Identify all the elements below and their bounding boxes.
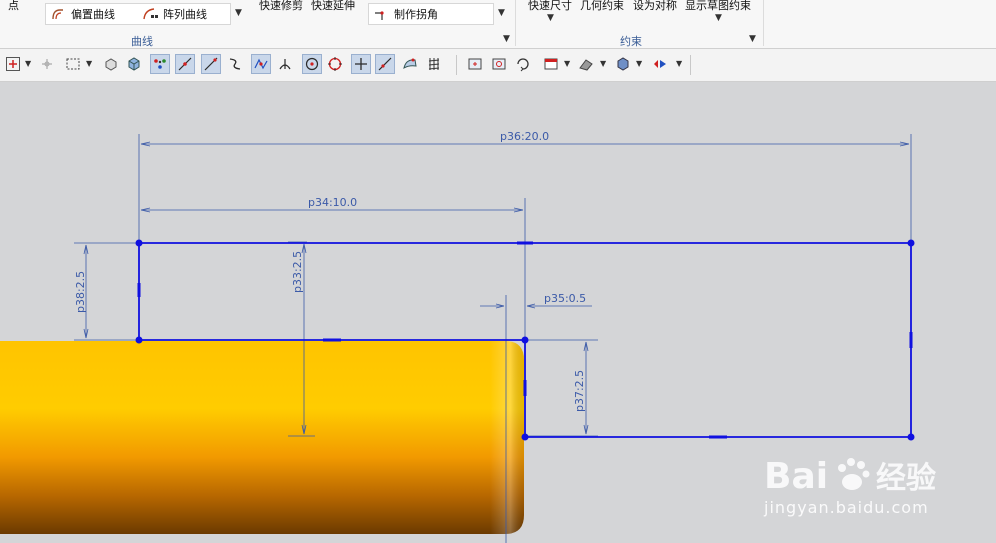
snap-surface-icon[interactable] [400, 54, 420, 74]
rotate-view-icon[interactable] [513, 54, 533, 74]
solid-body-icon[interactable] [124, 54, 144, 74]
pattern-curve-icon [142, 7, 158, 21]
snap-curve-icon[interactable] [225, 54, 245, 74]
snap-point-on-curve-icon[interactable] [351, 54, 371, 74]
snap-perpendicular-icon[interactable] [275, 54, 295, 74]
pattern-curve-label: 阵列曲线 [163, 8, 207, 21]
watermark-brand-2: 经验 [876, 461, 936, 496]
constraints-group-label: 约束 [620, 35, 642, 48]
make-corner-icon [373, 7, 389, 21]
toolbar-separator [690, 55, 691, 75]
dimension-p34[interactable]: p34:10.0 [308, 196, 357, 209]
point-command[interactable]: 点 [8, 0, 19, 13]
make-symmetric-command[interactable]: 设为对称 [633, 0, 677, 13]
show-hide-dropdown[interactable]: ▼ [676, 59, 682, 68]
snap-endpoints-icon[interactable] [150, 54, 170, 74]
rapid-dimension-command[interactable]: 快速尺寸 [528, 0, 572, 13]
watermark-url: jingyan.baidu.com [764, 498, 929, 517]
curve-group-label: 曲线 [131, 35, 153, 48]
show-hide-icon[interactable] [650, 54, 670, 74]
make-corner-label: 制作拐角 [394, 8, 438, 21]
ribbon-separator [515, 0, 516, 46]
dimension-p33[interactable]: p33:2.5 [291, 251, 304, 293]
snap-center-icon[interactable] [302, 54, 322, 74]
snap-line-icon[interactable] [201, 54, 221, 74]
geometric-constraints-command[interactable]: 几何约束 [580, 0, 624, 13]
snap-midpoint-icon[interactable] [175, 54, 195, 74]
background-dropdown[interactable]: ▼ [636, 59, 642, 68]
constraints-group-menu[interactable]: ▼ [749, 34, 756, 44]
background-icon[interactable] [613, 54, 633, 74]
wireframe-icon[interactable] [101, 54, 121, 74]
snap-point-icon[interactable] [37, 54, 57, 74]
more-edit-curves-dropdown[interactable]: ▼ [498, 8, 505, 18]
dimension-p35[interactable]: p35:0.5 [544, 292, 586, 305]
render-style-icon[interactable] [576, 54, 596, 74]
selection-toolbar: ▼ ▼ ▼ ▼ ▼ ▼ [0, 49, 996, 82]
pattern-curve-button[interactable]: 阵列曲线 [138, 3, 231, 25]
quick-trim-command[interactable]: 快速修剪 [259, 0, 303, 13]
ribbon-separator [763, 0, 764, 46]
fit-view-icon[interactable] [465, 54, 485, 74]
filter-dropdown[interactable]: ▼ [25, 59, 31, 68]
show-sketch-constraints-command[interactable]: 显示草图约束 [685, 0, 751, 13]
quick-extend-command[interactable]: 快速延伸 [311, 0, 355, 13]
toolbar-separator [456, 55, 457, 75]
box-select-icon[interactable] [63, 54, 83, 74]
grid-icon[interactable] [424, 54, 444, 74]
snap-quadrant-icon[interactable] [325, 54, 345, 74]
ribbon: 点 偏置曲线 阵列曲线 ▼ 快速修剪 快速延伸 制作拐角 ▼ 曲线 ▼ 快速尺寸… [0, 0, 996, 49]
zoom-icon[interactable] [489, 54, 509, 74]
show-constraints-dropdown[interactable]: ▼ [715, 13, 722, 23]
watermark-brand: Bai [764, 456, 828, 497]
orient-view-icon[interactable] [541, 54, 561, 74]
snap-intersection-icon[interactable] [251, 54, 271, 74]
snap-point-on-line-icon[interactable] [375, 54, 395, 74]
more-curves-dropdown[interactable]: ▼ [235, 8, 242, 18]
cylinder-body[interactable] [0, 341, 524, 534]
offset-curve-label: 偏置曲线 [71, 8, 115, 21]
select-filter-icon[interactable] [3, 54, 23, 74]
offset-curve-button[interactable]: 偏置曲线 [45, 3, 145, 25]
make-corner-button[interactable]: 制作拐角 [368, 3, 494, 25]
baidu-watermark: Bai 经验 [764, 456, 936, 497]
offset-curve-icon [50, 7, 66, 21]
orient-view-dropdown[interactable]: ▼ [564, 59, 570, 68]
curve-group-menu[interactable]: ▼ [503, 34, 510, 44]
dimension-p36[interactable]: p36:20.0 [500, 130, 549, 143]
box-select-dropdown[interactable]: ▼ [86, 59, 92, 68]
render-style-dropdown[interactable]: ▼ [600, 59, 606, 68]
rapid-dimension-dropdown[interactable]: ▼ [547, 13, 554, 23]
dimension-p38[interactable]: p38:2.5 [74, 271, 87, 313]
paw-logo-icon [838, 458, 870, 490]
dimension-p37[interactable]: p37:2.5 [573, 370, 586, 412]
